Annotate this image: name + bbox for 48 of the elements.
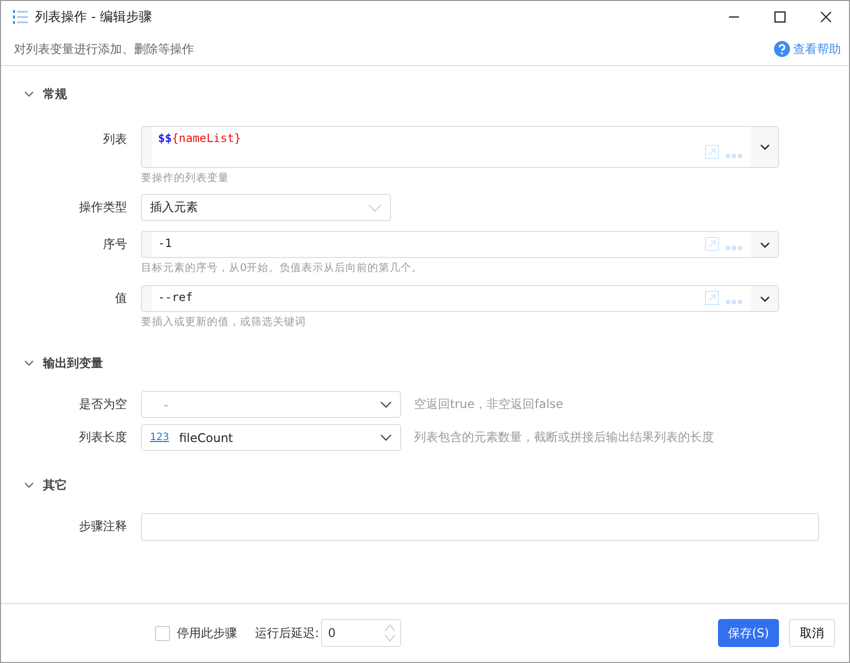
cancel-button[interactable]: 取消 (789, 619, 835, 647)
field-label: 步骤注释 (78, 518, 128, 535)
expression-value: $${nameList} (157, 130, 242, 147)
dropdown-button[interactable] (751, 286, 778, 311)
more-icon[interactable] (725, 153, 743, 159)
field-hint: 目标元素的序号，从0开始。负值表示从后向前的第几个。 (141, 261, 424, 275)
caret-icon (760, 242, 770, 248)
field-label: 列表长度 (78, 429, 128, 446)
save-button[interactable]: 保存(S) (718, 619, 779, 647)
operation-select[interactable]: 插入元素 (141, 194, 391, 221)
output-note: 列表包含的元素数量，截断或拼接后输出结果列表的长度 (414, 429, 714, 446)
delay-label: 运行后延迟: (255, 624, 320, 642)
caret-icon (760, 144, 770, 150)
caret-icon (368, 204, 382, 212)
field-hint: 要插入或更新的值，或筛选关键词 (141, 315, 307, 329)
spin-arrows-icon[interactable] (384, 623, 396, 643)
number-type-label: 123 (150, 432, 170, 443)
close-icon (820, 11, 832, 23)
field-label: 操作类型 (78, 199, 128, 216)
field-label: 是否为空 (78, 396, 128, 413)
field-label: 值 (114, 290, 128, 307)
help-icon (774, 41, 790, 57)
comment-input[interactable] (141, 513, 819, 541)
field-label: 序号 (102, 236, 128, 253)
section-header[interactable]: 输出到变量 (1, 347, 103, 379)
caret-icon (380, 401, 392, 408)
expression-field[interactable]: -1 (141, 231, 779, 258)
disable-step-checkbox[interactable]: 停用此步骤 (155, 624, 237, 642)
maximize-icon (774, 11, 786, 23)
delay-spinner[interactable]: 0 (321, 619, 402, 647)
expression-field[interactable]: --ref (141, 285, 779, 312)
more-icon[interactable] (725, 299, 743, 305)
description-text: 对列表变量进行添加、删除等操作 (14, 40, 194, 58)
caret-icon (380, 434, 392, 441)
output-note: 空返回true，非空返回false (414, 396, 564, 413)
section-header[interactable]: 常规 (1, 78, 67, 110)
field-label: 列表 (102, 131, 128, 148)
caret-icon (760, 296, 770, 302)
section-header[interactable]: 其它 (1, 469, 67, 501)
expression-field[interactable]: $${nameList} (141, 126, 779, 168)
more-icon[interactable] (725, 245, 743, 251)
expression-value: -1 (157, 235, 173, 252)
numbered-list-icon (13, 9, 29, 25)
variable-select[interactable]: 123 fileCount (141, 424, 401, 451)
field-hint: 要操作的列表变量 (141, 171, 230, 185)
window-title: 列表操作 - 编辑步骤 (35, 9, 152, 26)
dropdown-button[interactable] (751, 232, 778, 257)
expression-value: --ref (157, 289, 194, 306)
